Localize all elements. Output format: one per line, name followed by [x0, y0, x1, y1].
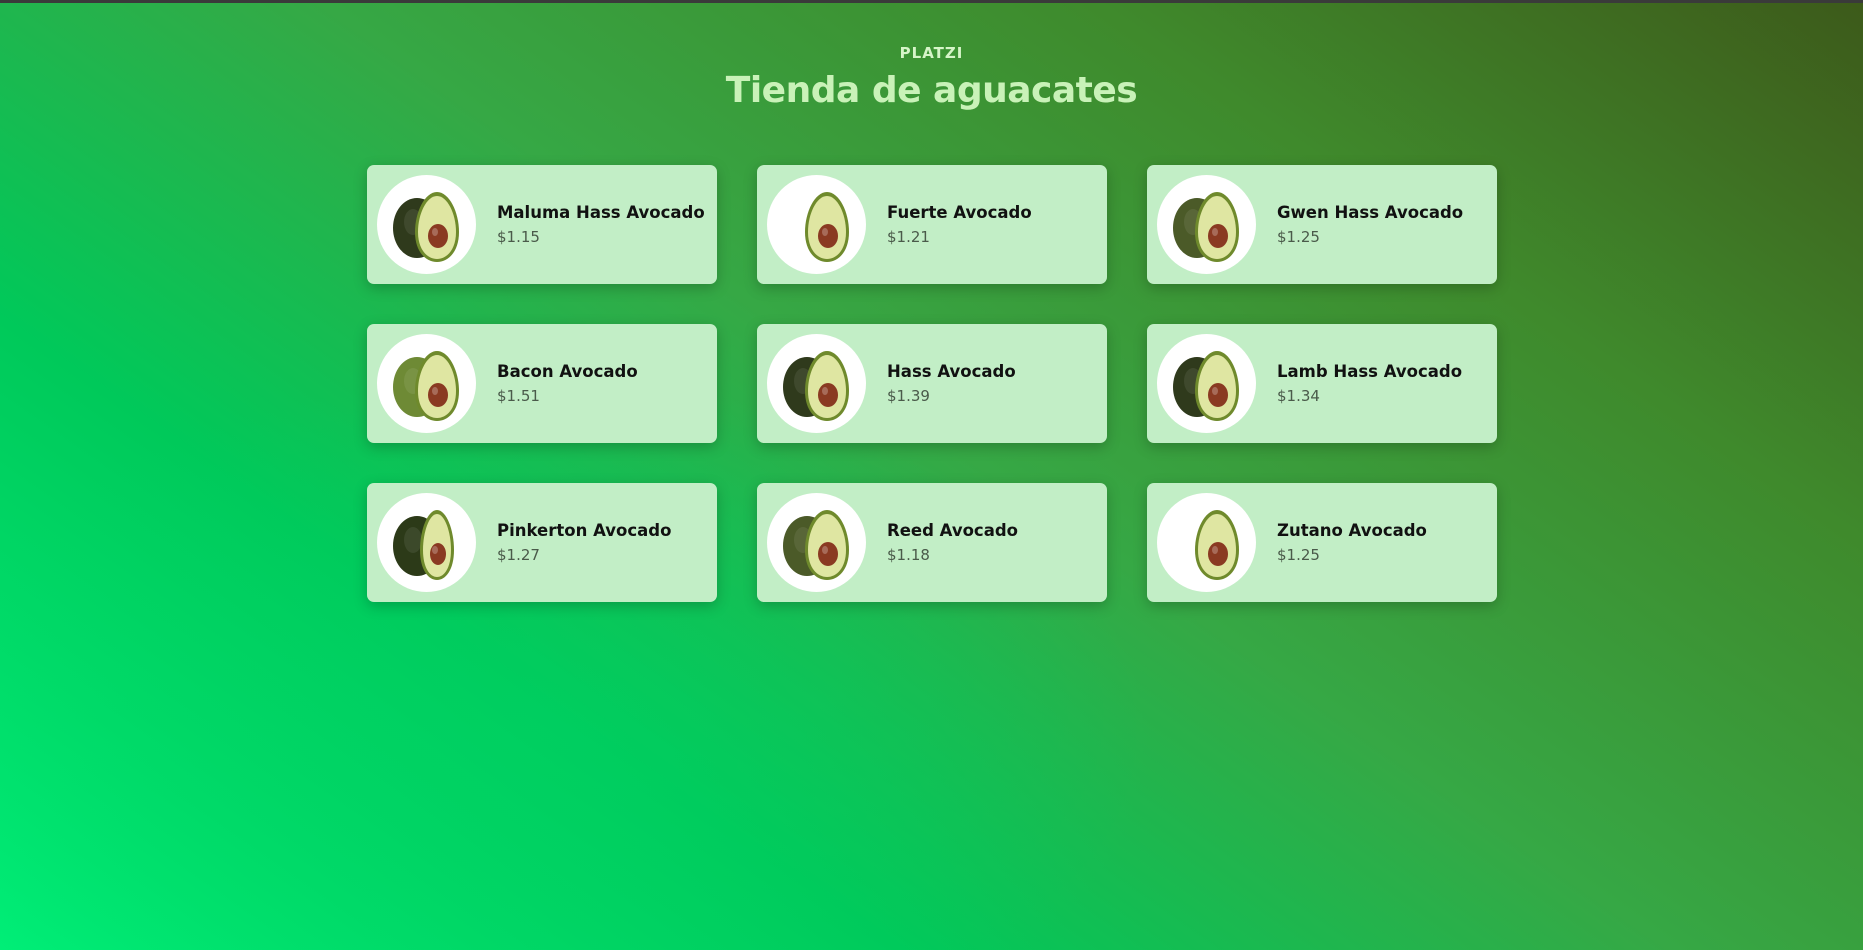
product-price: $1.34	[1277, 387, 1320, 405]
product-info: Zutano Avocado $1.25	[1277, 521, 1427, 564]
product-name: Gwen Hass Avocado	[1277, 203, 1464, 222]
product-price: $1.51	[497, 387, 540, 405]
product-image	[767, 175, 866, 274]
product-image	[377, 493, 476, 592]
avocado-icon	[392, 191, 459, 262]
product-name: Bacon Avocado	[497, 362, 638, 381]
product-info: Bacon Avocado $1.51	[497, 362, 638, 405]
product-card[interactable]: Zutano Avocado $1.25	[1147, 483, 1497, 602]
product-card[interactable]: Lamb Hass Avocado $1.34	[1147, 324, 1497, 443]
avocado-icon	[1172, 350, 1239, 421]
product-name: Fuerte Avocado	[887, 203, 1032, 222]
product-card[interactable]: Reed Avocado $1.18	[757, 483, 1107, 602]
product-image	[767, 334, 866, 433]
product-info: Fuerte Avocado $1.21	[887, 203, 1032, 246]
avocado-icon	[782, 509, 849, 580]
avocado-icon	[1172, 191, 1239, 262]
product-name: Maluma Hass Avocado	[497, 203, 705, 222]
product-card[interactable]: Hass Avocado $1.39	[757, 324, 1107, 443]
product-info: Maluma Hass Avocado $1.15	[497, 203, 705, 246]
product-name: Lamb Hass Avocado	[1277, 362, 1463, 381]
product-image	[377, 175, 476, 274]
product-price: $1.18	[887, 546, 930, 564]
product-card[interactable]: Maluma Hass Avocado $1.15	[367, 165, 717, 284]
product-price: $1.25	[1277, 228, 1320, 246]
product-info: Pinkerton Avocado $1.27	[497, 521, 671, 564]
page-header: PLATZI Tienda de aguacates	[0, 44, 1863, 111]
product-info: Reed Avocado $1.18	[887, 521, 1018, 564]
product-grid: Maluma Hass Avocado $1.15 Fuerte Avocado…	[367, 165, 1497, 602]
product-image	[377, 334, 476, 433]
product-name: Reed Avocado	[887, 521, 1018, 540]
product-price: $1.27	[497, 546, 540, 564]
product-name: Zutano Avocado	[1277, 521, 1427, 540]
product-name: Hass Avocado	[887, 362, 1016, 381]
avocado-icon	[392, 509, 454, 580]
avocado-icon	[1194, 509, 1239, 580]
avocado-icon	[392, 350, 459, 421]
product-price: $1.25	[1277, 546, 1320, 564]
product-card[interactable]: Pinkerton Avocado $1.27	[367, 483, 717, 602]
product-image	[767, 493, 866, 592]
product-info: Gwen Hass Avocado $1.25	[1277, 203, 1463, 246]
product-card[interactable]: Gwen Hass Avocado $1.25	[1147, 165, 1497, 284]
product-price: $1.21	[887, 228, 930, 246]
brand-label: PLATZI	[899, 44, 964, 62]
product-price: $1.15	[497, 228, 540, 246]
avocado-icon	[804, 191, 849, 262]
top-border	[0, 0, 1863, 3]
page-title: Tienda de aguacates	[725, 70, 1138, 111]
product-card[interactable]: Bacon Avocado $1.51	[367, 324, 717, 443]
product-card[interactable]: Fuerte Avocado $1.21	[757, 165, 1107, 284]
product-price: $1.39	[887, 387, 930, 405]
product-image	[1157, 334, 1256, 433]
product-info: Hass Avocado $1.39	[887, 362, 1016, 405]
product-image	[1157, 493, 1256, 592]
product-image	[1157, 175, 1256, 274]
avocado-icon	[782, 350, 849, 421]
product-info: Lamb Hass Avocado $1.34	[1277, 362, 1462, 405]
product-name: Pinkerton Avocado	[497, 521, 672, 540]
